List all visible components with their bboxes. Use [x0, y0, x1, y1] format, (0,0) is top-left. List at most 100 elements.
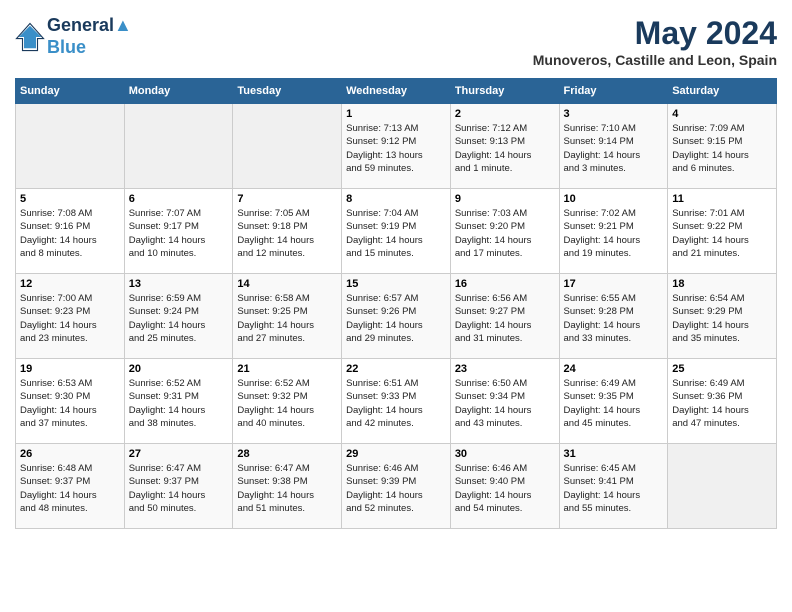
- location-title: Munoveros, Castille and Leon, Spain: [533, 52, 777, 68]
- calendar-cell: 14 Sunrise: 6:58 AM Sunset: 9:25 PM Dayli…: [233, 274, 342, 359]
- day-info: Sunrise: 6:48 AM Sunset: 9:37 PM Dayligh…: [20, 462, 120, 515]
- day-number: 24: [564, 363, 664, 375]
- calendar-week-row: 12 Sunrise: 7:00 AM Sunset: 9:23 PM Dayli…: [16, 274, 777, 359]
- page-header: General▲ Blue May 2024 Munoveros, Castil…: [15, 15, 777, 68]
- day-number: 19: [20, 363, 120, 375]
- calendar-cell: 30 Sunrise: 6:46 AM Sunset: 9:40 PM Dayli…: [450, 444, 559, 529]
- month-title: May 2024: [533, 15, 777, 52]
- day-number: 16: [455, 278, 555, 290]
- day-number: 6: [129, 193, 229, 205]
- weekday-header: Thursday: [450, 79, 559, 104]
- calendar-cell: 28 Sunrise: 6:47 AM Sunset: 9:38 PM Dayli…: [233, 444, 342, 529]
- day-number: 25: [672, 363, 772, 375]
- calendar-cell: 15 Sunrise: 6:57 AM Sunset: 9:26 PM Dayli…: [342, 274, 451, 359]
- day-number: 14: [237, 278, 337, 290]
- day-info: Sunrise: 6:52 AM Sunset: 9:31 PM Dayligh…: [129, 377, 229, 430]
- calendar-cell: 25 Sunrise: 6:49 AM Sunset: 9:36 PM Dayli…: [668, 359, 777, 444]
- day-number: 1: [346, 108, 446, 120]
- calendar-cell: 17 Sunrise: 6:55 AM Sunset: 9:28 PM Dayli…: [559, 274, 668, 359]
- calendar-table: SundayMondayTuesdayWednesdayThursdayFrid…: [15, 78, 777, 529]
- day-number: 21: [237, 363, 337, 375]
- day-info: Sunrise: 6:52 AM Sunset: 9:32 PM Dayligh…: [237, 377, 337, 430]
- day-number: 31: [564, 448, 664, 460]
- calendar-cell: 16 Sunrise: 6:56 AM Sunset: 9:27 PM Dayli…: [450, 274, 559, 359]
- day-number: 10: [564, 193, 664, 205]
- day-info: Sunrise: 6:59 AM Sunset: 9:24 PM Dayligh…: [129, 292, 229, 345]
- day-number: 28: [237, 448, 337, 460]
- calendar-cell: 8 Sunrise: 7:04 AM Sunset: 9:19 PM Daylig…: [342, 189, 451, 274]
- calendar-cell: [668, 444, 777, 529]
- day-info: Sunrise: 6:47 AM Sunset: 9:38 PM Dayligh…: [237, 462, 337, 515]
- calendar-cell: 18 Sunrise: 6:54 AM Sunset: 9:29 PM Dayli…: [668, 274, 777, 359]
- weekday-header: Saturday: [668, 79, 777, 104]
- day-info: Sunrise: 7:13 AM Sunset: 9:12 PM Dayligh…: [346, 122, 446, 175]
- calendar-cell: 29Sunrise: 6:46 AM Sunset: 9:39 PM Dayli…: [342, 444, 451, 529]
- day-number: 30: [455, 448, 555, 460]
- day-number: 27: [129, 448, 229, 460]
- day-number: 8: [346, 193, 446, 205]
- day-number: 18: [672, 278, 772, 290]
- weekday-header: Monday: [124, 79, 233, 104]
- logo-icon: [15, 22, 45, 52]
- day-info: Sunrise: 6:46 AM Sunset: 9:40 PM Dayligh…: [455, 462, 555, 515]
- day-info: Sunrise: 7:09 AM Sunset: 9:15 PM Dayligh…: [672, 122, 772, 175]
- day-info: Sunrise: 6:53 AM Sunset: 9:30 PM Dayligh…: [20, 377, 120, 430]
- calendar-cell: 9 Sunrise: 7:03 AM Sunset: 9:20 PM Daylig…: [450, 189, 559, 274]
- weekday-header: Friday: [559, 79, 668, 104]
- day-number: 5: [20, 193, 120, 205]
- calendar-cell: 7 Sunrise: 7:05 AM Sunset: 9:18 PM Daylig…: [233, 189, 342, 274]
- day-number: 11: [672, 193, 772, 205]
- day-info: Sunrise: 7:01 AM Sunset: 9:22 PM Dayligh…: [672, 207, 772, 260]
- calendar-week-row: 26 Sunrise: 6:48 AM Sunset: 9:37 PM Dayli…: [16, 444, 777, 529]
- logo-text: General▲ Blue: [47, 15, 132, 58]
- day-info: Sunrise: 6:54 AM Sunset: 9:29 PM Dayligh…: [672, 292, 772, 345]
- calendar-cell: 2Sunrise: 7:12 AM Sunset: 9:13 PM Daylig…: [450, 104, 559, 189]
- day-number: 9: [455, 193, 555, 205]
- day-number: 17: [564, 278, 664, 290]
- calendar-cell: 19 Sunrise: 6:53 AM Sunset: 9:30 PM Dayli…: [16, 359, 125, 444]
- calendar-cell: 12 Sunrise: 7:00 AM Sunset: 9:23 PM Dayli…: [16, 274, 125, 359]
- day-number: 29: [346, 448, 446, 460]
- day-number: 3: [564, 108, 664, 120]
- day-info: Sunrise: 7:03 AM Sunset: 9:20 PM Dayligh…: [455, 207, 555, 260]
- calendar-week-row: 5 Sunrise: 7:08 AM Sunset: 9:16 PM Daylig…: [16, 189, 777, 274]
- calendar-cell: 3Sunrise: 7:10 AM Sunset: 9:14 PM Daylig…: [559, 104, 668, 189]
- calendar-body: 1 Sunrise: 7:13 AM Sunset: 9:12 PM Daylig…: [16, 104, 777, 529]
- day-number: 7: [237, 193, 337, 205]
- calendar-cell: 21 Sunrise: 6:52 AM Sunset: 9:32 PM Dayli…: [233, 359, 342, 444]
- day-info: Sunrise: 6:57 AM Sunset: 9:26 PM Dayligh…: [346, 292, 446, 345]
- calendar-cell: 13Sunrise: 6:59 AM Sunset: 9:24 PM Dayli…: [124, 274, 233, 359]
- calendar-cell: 31Sunrise: 6:45 AM Sunset: 9:41 PM Dayli…: [559, 444, 668, 529]
- day-info: Sunrise: 6:56 AM Sunset: 9:27 PM Dayligh…: [455, 292, 555, 345]
- day-number: 26: [20, 448, 120, 460]
- day-info: Sunrise: 7:00 AM Sunset: 9:23 PM Dayligh…: [20, 292, 120, 345]
- calendar-cell: 20Sunrise: 6:52 AM Sunset: 9:31 PM Dayli…: [124, 359, 233, 444]
- day-number: 22: [346, 363, 446, 375]
- day-info: Sunrise: 7:02 AM Sunset: 9:21 PM Dayligh…: [564, 207, 664, 260]
- day-info: Sunrise: 7:08 AM Sunset: 9:16 PM Dayligh…: [20, 207, 120, 260]
- day-info: Sunrise: 6:51 AM Sunset: 9:33 PM Dayligh…: [346, 377, 446, 430]
- day-number: 15: [346, 278, 446, 290]
- day-info: Sunrise: 7:05 AM Sunset: 9:18 PM Dayligh…: [237, 207, 337, 260]
- day-info: Sunrise: 7:04 AM Sunset: 9:19 PM Dayligh…: [346, 207, 446, 260]
- calendar-cell: 23Sunrise: 6:50 AM Sunset: 9:34 PM Dayli…: [450, 359, 559, 444]
- calendar-cell: [124, 104, 233, 189]
- calendar-cell: 5 Sunrise: 7:08 AM Sunset: 9:16 PM Daylig…: [16, 189, 125, 274]
- calendar-cell: 24Sunrise: 6:49 AM Sunset: 9:35 PM Dayli…: [559, 359, 668, 444]
- weekday-header: Wednesday: [342, 79, 451, 104]
- day-number: 12: [20, 278, 120, 290]
- calendar-week-row: 19 Sunrise: 6:53 AM Sunset: 9:30 PM Dayli…: [16, 359, 777, 444]
- day-info: Sunrise: 6:58 AM Sunset: 9:25 PM Dayligh…: [237, 292, 337, 345]
- day-info: Sunrise: 7:07 AM Sunset: 9:17 PM Dayligh…: [129, 207, 229, 260]
- day-info: Sunrise: 6:55 AM Sunset: 9:28 PM Dayligh…: [564, 292, 664, 345]
- calendar-cell: 1 Sunrise: 7:13 AM Sunset: 9:12 PM Daylig…: [342, 104, 451, 189]
- weekday-header: Sunday: [16, 79, 125, 104]
- calendar-cell: [16, 104, 125, 189]
- day-number: 4: [672, 108, 772, 120]
- calendar-cell: 26 Sunrise: 6:48 AM Sunset: 9:37 PM Dayli…: [16, 444, 125, 529]
- logo: General▲ Blue: [15, 15, 132, 58]
- day-info: Sunrise: 6:50 AM Sunset: 9:34 PM Dayligh…: [455, 377, 555, 430]
- title-area: May 2024 Munoveros, Castille and Leon, S…: [533, 15, 777, 68]
- calendar-week-row: 1 Sunrise: 7:13 AM Sunset: 9:12 PM Daylig…: [16, 104, 777, 189]
- day-info: Sunrise: 6:49 AM Sunset: 9:36 PM Dayligh…: [672, 377, 772, 430]
